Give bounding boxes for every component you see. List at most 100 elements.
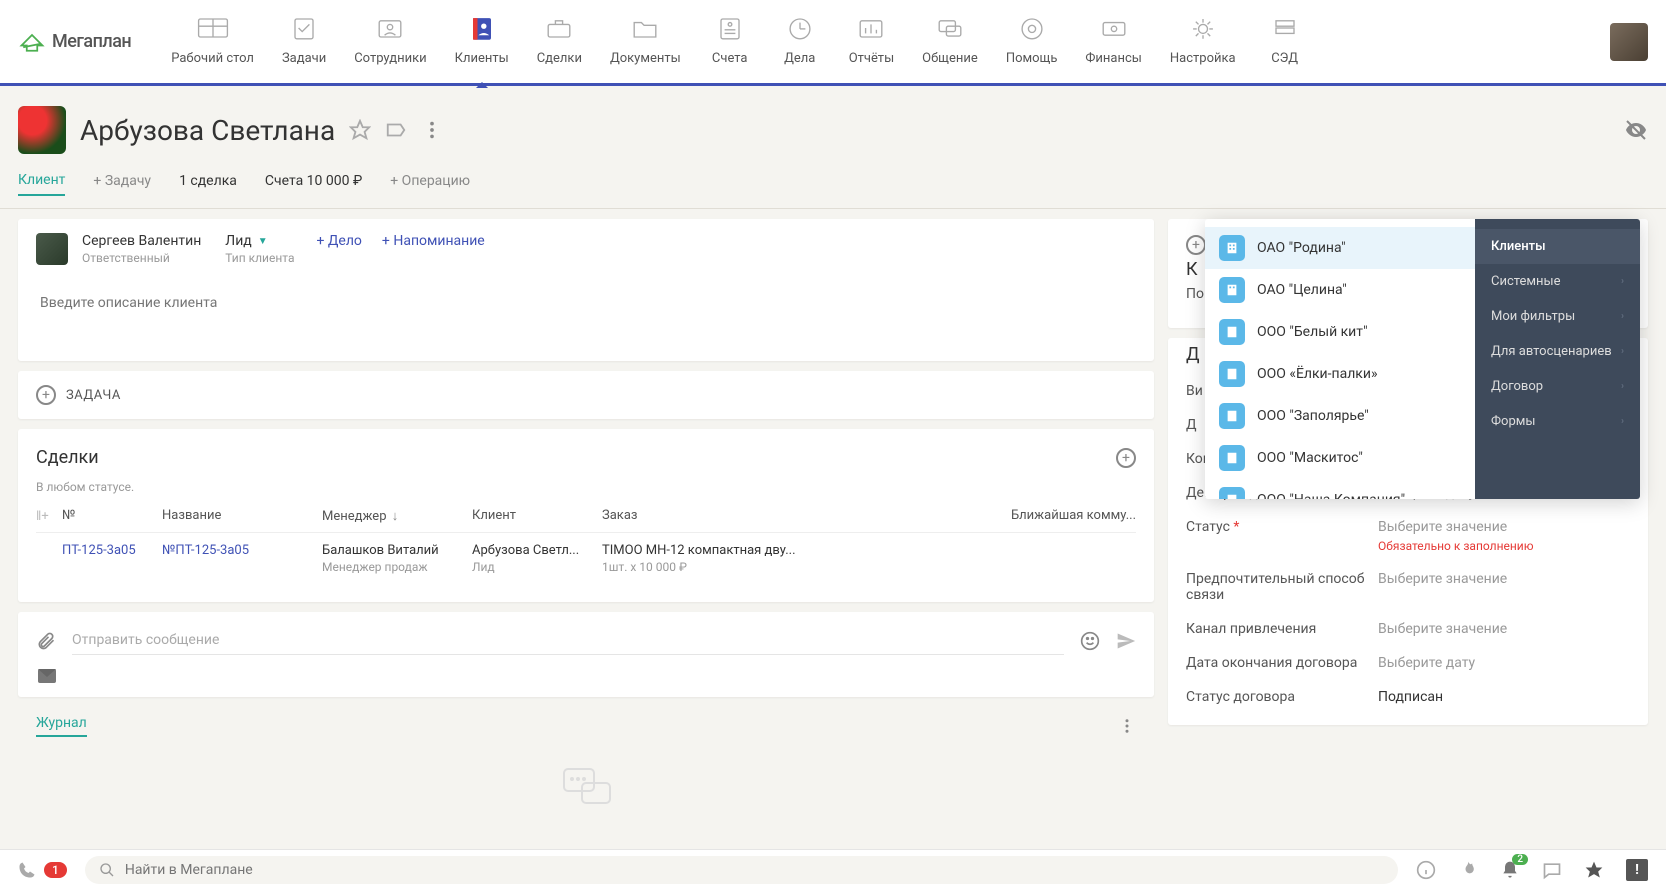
company-option[interactable]: ООО "Белый кит" — [1205, 311, 1475, 353]
filter-tab-contract[interactable]: Договор› — [1475, 369, 1640, 404]
emoji-icon[interactable] — [1080, 631, 1100, 651]
logo[interactable]: Мегаплан — [18, 28, 131, 56]
company-option[interactable]: ОАО "Целина" — [1205, 269, 1475, 311]
status-input[interactable]: Выберите значение — [1378, 519, 1630, 535]
company-option[interactable]: ООО "Заполярье" — [1205, 395, 1475, 437]
chevron-down-icon[interactable]: ▼ — [258, 236, 268, 247]
client-type-value[interactable]: Лид — [225, 233, 251, 249]
star-icon[interactable] — [349, 119, 371, 141]
user-avatar[interactable] — [1610, 23, 1648, 61]
col-order[interactable]: Заказ — [602, 508, 802, 524]
table-row[interactable]: ПТ-125-3a05 №ПТ-125-3a05 Балашков Витали… — [36, 533, 1136, 584]
phone-icon[interactable] — [18, 861, 36, 879]
add-contact-icon[interactable]: + — [1186, 235, 1206, 255]
send-icon[interactable] — [1116, 631, 1136, 651]
add-deal-icon[interactable]: + — [1116, 448, 1136, 468]
tab-one-deal[interactable]: 1 сделка — [179, 173, 237, 195]
deals-status-filter[interactable]: В любом статусе. — [36, 480, 1136, 494]
contact-method-input[interactable]: Выберите значение — [1378, 571, 1630, 587]
tabs-row: Клиент + Задачу 1 сделка Счета 10 000 ₽ … — [0, 164, 1666, 209]
nav-staff[interactable]: Сотрудники — [354, 13, 426, 70]
nav-deals[interactable]: Сделки — [537, 13, 582, 70]
add-affair-link[interactable]: + Дело — [316, 233, 361, 249]
deal-client-type: Лид — [472, 560, 602, 574]
attachment-icon[interactable] — [36, 631, 56, 651]
page-title: Арбузова Светлана — [80, 114, 335, 147]
deals-card: Сделки + В любом статусе. ‖+ № Название … — [18, 429, 1154, 602]
field-label-status: Статус * — [1186, 519, 1366, 535]
add-reminder-link[interactable]: + Напоминание — [382, 233, 485, 249]
message-input[interactable] — [72, 626, 1064, 655]
search-input[interactable] — [125, 862, 1384, 878]
info-icon[interactable] — [1416, 860, 1436, 880]
nav-affairs[interactable]: Дела — [779, 13, 821, 70]
building-icon — [1219, 487, 1245, 499]
col-no[interactable]: № — [62, 508, 162, 524]
responsible-avatar[interactable] — [36, 233, 68, 265]
visibility-off-icon[interactable] — [1624, 118, 1648, 142]
field-label-contract-status: Статус договора — [1186, 689, 1366, 705]
tab-bills[interactable]: Счета 10 000 ₽ — [265, 173, 362, 195]
star-icon[interactable] — [1584, 860, 1604, 880]
channel-input[interactable]: Выберите значение — [1378, 621, 1630, 637]
field-label-channel: Канал привлечения — [1186, 621, 1366, 637]
tab-add-operation[interactable]: + Операцию — [390, 173, 470, 195]
filter-tab-myfilters[interactable]: Мои фильтры› — [1475, 299, 1640, 334]
deals-title: Сделки — [36, 447, 99, 468]
company-list: ОАО "Родина" ОАО "Целина" ООО "Белый кит… — [1205, 219, 1475, 499]
contract-status-value[interactable]: Подписан — [1378, 689, 1630, 705]
building-icon — [1219, 361, 1245, 387]
client-type-label: Тип клиента — [225, 251, 294, 265]
nav-bills[interactable]: Счета — [709, 13, 751, 70]
filter-tab-forms[interactable]: Формы› — [1475, 404, 1640, 439]
filter-tab-system[interactable]: Системные› — [1475, 264, 1640, 299]
nav-finance[interactable]: Финансы — [1085, 13, 1142, 70]
deal-name-link[interactable]: №ПТ-125-3a05 — [162, 543, 322, 558]
search-icon — [99, 862, 115, 878]
building-icon — [1219, 235, 1245, 261]
tag-icon[interactable] — [385, 119, 407, 141]
nav-items: Рабочий стол Задачи Сотрудники Клиенты С… — [171, 13, 1610, 70]
global-search[interactable] — [85, 856, 1398, 884]
col-communication[interactable]: Ближайшая комму... — [802, 508, 1136, 524]
nav-reports[interactable]: Отчёты — [849, 13, 894, 70]
field-label-contact: Предпочтительный способ связи — [1186, 571, 1366, 603]
tab-add-task[interactable]: + Задачу — [93, 173, 151, 195]
tab-client[interactable]: Клиент — [18, 172, 65, 196]
company-option[interactable]: ООО "Наша Компания" — [1205, 479, 1475, 499]
company-option[interactable]: ООО "Маскитос" — [1205, 437, 1475, 479]
journal-tab[interactable]: Журнал — [36, 715, 87, 737]
message-card — [18, 612, 1154, 697]
col-client[interactable]: Клиент — [472, 508, 602, 524]
envelope-icon[interactable] — [38, 669, 56, 683]
contract-end-input[interactable]: Выберите дату — [1378, 655, 1630, 671]
task-label: ЗАДАЧА — [66, 388, 121, 403]
nav-chat[interactable]: Общение — [922, 13, 978, 70]
popup-filter-tabs: Клиенты Системные› Мои фильтры› Для авто… — [1475, 219, 1640, 499]
nav-desktop[interactable]: Рабочий стол — [171, 13, 254, 70]
col-manager[interactable]: Менеджер ↓ — [322, 508, 472, 524]
journal-more-icon[interactable] — [1118, 717, 1136, 735]
column-settings-icon[interactable]: ‖+ — [36, 508, 62, 524]
alert-icon[interactable]: ! — [1626, 859, 1648, 881]
building-icon — [1219, 403, 1245, 429]
nav-tasks[interactable]: Задачи — [282, 13, 326, 70]
client-description-input[interactable] — [36, 279, 1136, 347]
filter-tab-autoscenarios[interactable]: Для автосценариев› — [1475, 334, 1640, 369]
col-name[interactable]: Название — [162, 508, 322, 524]
bell-icon[interactable]: 2 — [1500, 860, 1520, 880]
bell-badge-count: 2 — [1512, 854, 1528, 865]
fire-icon[interactable] — [1458, 860, 1478, 880]
more-icon[interactable] — [421, 119, 443, 141]
filter-tab-clients[interactable]: Клиенты — [1475, 229, 1640, 264]
nav-sed[interactable]: СЭД — [1264, 13, 1306, 70]
nav-docs[interactable]: Документы — [610, 13, 681, 70]
nav-clients[interactable]: Клиенты — [455, 13, 509, 70]
nav-help[interactable]: Помощь — [1006, 13, 1058, 70]
nav-settings[interactable]: Настройка — [1170, 13, 1236, 70]
chat-icon[interactable] — [1542, 860, 1562, 880]
add-task-row[interactable]: + ЗАДАЧА — [18, 371, 1154, 419]
company-option[interactable]: ОАО "Родина" — [1205, 227, 1475, 269]
company-option[interactable]: ООО «Ёлки-палки» — [1205, 353, 1475, 395]
deal-number-link[interactable]: ПТ-125-3a05 — [62, 543, 162, 558]
